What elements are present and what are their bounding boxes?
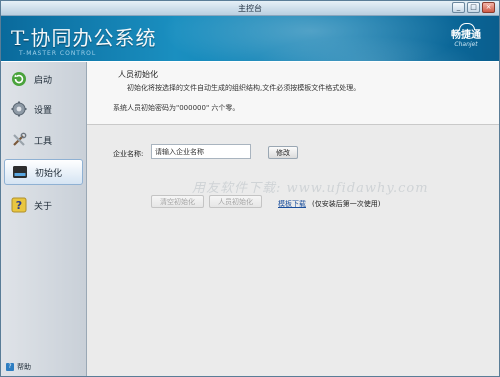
close-button[interactable]: × <box>482 2 495 13</box>
main-window: 主控台 _ □ × T-协同办公系统 T-MASTER CONTROL 畅捷通 … <box>0 0 500 377</box>
company-name-input[interactable] <box>151 144 251 159</box>
refresh-icon <box>10 70 28 88</box>
brand-subname: Chanjet <box>454 41 478 48</box>
start-icon <box>11 163 29 181</box>
app-subtitle: T-MASTER CONTROL <box>19 50 97 57</box>
maximize-button[interactable]: □ <box>467 2 480 13</box>
window-title: 主控台 <box>238 4 262 13</box>
sidebar-item-settings[interactable]: 设置 <box>4 97 83 121</box>
app-title: T-协同办公系统 <box>11 26 157 50</box>
sidebar-item-label: 初始化 <box>35 168 63 179</box>
person-init-button[interactable]: 人员初始化 <box>209 195 262 208</box>
password-note: 系统人员初始密码为"000000" 六个零。 <box>113 104 240 112</box>
sidebar-item-label: 工具 <box>34 136 53 147</box>
watermark-text: 用友软件下载: www.ufidawhy.com <box>192 181 429 196</box>
brand-arc-icon <box>459 23 475 30</box>
main-content: 人员初始化 初始化将按选择的文件自动生成的组织结构,文件必须按模板文件格式处理。… <box>87 62 499 376</box>
modify-button[interactable]: 修改 <box>268 146 298 159</box>
sidebar-item-about[interactable]: ? 关于 <box>4 193 83 217</box>
title-bar: 主控台 _ □ × <box>1 1 499 16</box>
template-download-link[interactable]: 模板下载 <box>278 199 306 209</box>
svg-text:?: ? <box>16 199 22 212</box>
question-icon: ? <box>10 196 28 214</box>
section-title: 人员初始化 <box>118 70 158 79</box>
sidebar-item-label: 启动 <box>34 75 53 86</box>
company-name-label: 企业名称: <box>113 150 144 158</box>
sidebar-item-init[interactable]: 初始化 <box>4 159 83 185</box>
sidebar-item-label: 设置 <box>34 105 53 116</box>
brand-logo: 畅捷通 Chanjet <box>443 23 489 56</box>
section-description: 初始化将按选择的文件自动生成的组织结构,文件必须按模板文件格式处理。 <box>127 84 361 92</box>
minimize-button[interactable]: _ <box>452 2 465 13</box>
tools-icon <box>10 131 28 149</box>
clear-init-button[interactable]: 清空初始化 <box>151 195 204 208</box>
help-label: 帮助 <box>17 363 31 371</box>
window-controls: _ □ × <box>452 2 495 13</box>
init-form <box>87 125 499 376</box>
sidebar-item-start[interactable]: 启动 <box>4 67 83 91</box>
header-banner: T-协同办公系统 T-MASTER CONTROL 畅捷通 Chanjet <box>1 16 499 61</box>
sidebar-item-label: 关于 <box>34 201 53 212</box>
sidebar-item-tools[interactable]: 工具 <box>4 128 83 152</box>
template-note: (仅安装后第一次使用) <box>312 200 381 208</box>
sidebar: 启动 设置 工具 初始化 ? 关于 ? 帮助 <box>1 62 87 376</box>
init-info-panel: 人员初始化 初始化将按选择的文件自动生成的组织结构,文件必须按模板文件格式处理。… <box>87 62 499 125</box>
help-icon: ? <box>6 363 14 371</box>
help-link[interactable]: ? 帮助 <box>6 362 31 372</box>
gear-icon <box>10 100 28 118</box>
